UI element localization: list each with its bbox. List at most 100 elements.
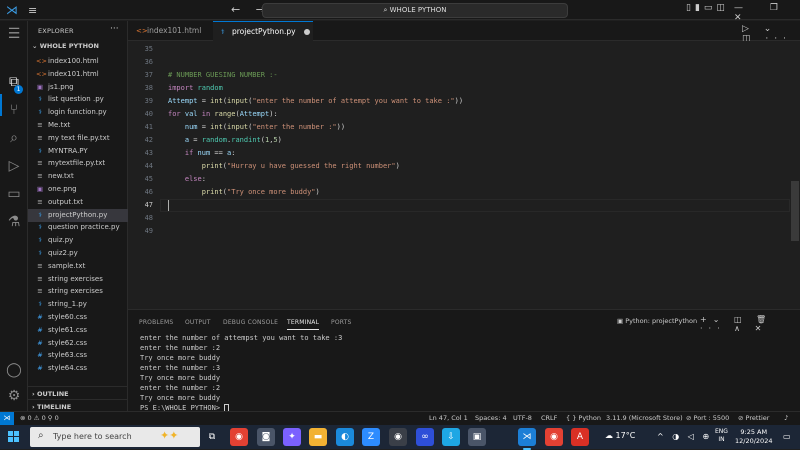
vscode-logo-icon[interactable]: ⋊ — [6, 3, 20, 17]
file-item[interactable]: ▣ one.png — [28, 183, 128, 196]
chrome-profile-icon[interactable]: ◉ — [545, 428, 563, 446]
python-interpreter[interactable]: 3.11.9 (Microsoft Store) — [606, 414, 683, 422]
tab-projectpython[interactable]: ⚕ projectPython.py — [213, 21, 313, 41]
search-icon[interactable]: ⌕ — [5, 129, 23, 147]
file-item[interactable]: ⚕ MYNTRA.PY — [28, 145, 128, 158]
code-line[interactable]: 41 num = int(input("enter the number :")… — [128, 121, 788, 134]
window-controls[interactable]: — ❐ ✕ — [734, 3, 800, 23]
outline-section[interactable]: › OUTLINE — [32, 390, 69, 398]
tab-ports[interactable]: PORTS — [331, 319, 352, 326]
editor-scrollbar[interactable] — [791, 181, 799, 241]
tab-terminal[interactable]: TERMINAL — [287, 319, 320, 330]
code-line[interactable]: 44 print("Hurray u have guessed the righ… — [128, 160, 788, 173]
file-item[interactable]: # style63.css — [28, 349, 128, 362]
file-item[interactable]: # style62.css — [28, 337, 128, 350]
prettier-status[interactable]: ⊘ Prettier — [738, 414, 769, 422]
code-line[interactable]: 35 — [128, 43, 788, 56]
file-item[interactable]: # style60.css — [28, 311, 128, 324]
code-line[interactable]: 48 — [128, 212, 788, 225]
menu-icon[interactable]: ☰ — [5, 25, 23, 43]
source-control-icon[interactable]: ⑂ — [5, 101, 23, 119]
testing-icon[interactable]: ⚗ — [5, 213, 23, 231]
indentation[interactable]: Spaces: 4 — [475, 414, 507, 422]
encoding[interactable]: UTF-8 — [513, 414, 532, 422]
terminal-name[interactable]: ▣ Python: projectPython — [617, 317, 697, 325]
file-item[interactable]: ≡ Me.txt — [28, 119, 128, 132]
code-line[interactable]: 42 a = random.randint(1,5) — [128, 134, 788, 147]
code-line[interactable]: 40 for val in range(Attempt): — [128, 108, 788, 121]
file-item[interactable]: ≡ output.txt — [28, 196, 128, 209]
file-item[interactable]: # style61.css — [28, 324, 128, 337]
settings-icon[interactable]: ⚙ — [5, 387, 23, 405]
file-item[interactable]: ⚕ string_1.py — [28, 298, 128, 311]
file-item[interactable]: <> index101.html — [28, 68, 128, 81]
code-line[interactable]: 46 print("Try once more buddy") — [128, 186, 788, 199]
file-item[interactable]: ≡ mytextfile.py.txt — [28, 157, 128, 170]
file-item[interactable]: ≡ new.txt — [28, 170, 128, 183]
file-item[interactable]: # style64.css — [28, 362, 128, 375]
unsaved-dot-icon[interactable] — [304, 29, 310, 35]
account-icon[interactable]: ◯ — [5, 361, 23, 379]
file-item[interactable]: ▣ js1.png — [28, 81, 128, 94]
file-item[interactable]: ⚕ login function.py — [28, 106, 128, 119]
timeline-section[interactable]: › TIMELINE — [32, 403, 71, 411]
tab-output[interactable]: OUTPUT — [185, 319, 211, 326]
download-app-icon[interactable]: ⇩ — [442, 428, 460, 446]
chrome-icon[interactable]: ◉ — [230, 428, 248, 446]
more-actions-icon[interactable]: ··· — [110, 24, 119, 34]
line-endings[interactable]: CRLF — [541, 414, 557, 422]
code-line[interactable]: 39 Attempt = int(input("enter the number … — [128, 95, 788, 108]
notifications-bell-icon[interactable]: ♪ — [784, 414, 788, 422]
code-line[interactable]: 47 — [128, 199, 790, 212]
clock[interactable]: 9:25 AM 12/20/2024 — [735, 428, 772, 446]
code-editor[interactable]: 35 36 37 # NUMBER GUESING NUMBER :- 38 import… — [128, 41, 800, 309]
file-item[interactable]: ⚕ quiz2.py — [28, 247, 128, 260]
copilot-icon[interactable]: ✦ — [283, 428, 301, 446]
layout-toggle-icons[interactable]: ▯▮▭◫ — [686, 3, 729, 13]
file-item[interactable]: ≡ string exercises — [28, 273, 128, 286]
command-center-search[interactable]: ⌕ WHOLE PYTHON — [262, 3, 568, 18]
panel-actions[interactable]: +⌄ ◫ 🗑 ··· ∧ ✕ — [700, 315, 800, 333]
file-item[interactable]: ⚕ projectPython.py — [28, 208, 128, 222]
system-tray[interactable]: ^ ◑ ◁ ⊕ — [657, 432, 712, 441]
file-item[interactable]: ⚕ quiz.py — [28, 234, 128, 247]
file-item[interactable]: ⚕ list question .py — [28, 93, 128, 106]
remote-indicator-icon[interactable]: ⋊ — [0, 412, 14, 425]
windows-start-icon[interactable] — [8, 431, 20, 443]
file-item[interactable]: ≡ string exercises — [28, 285, 128, 298]
tab-debug-console[interactable]: DEBUG CONSOLE — [223, 319, 278, 326]
zoom-app-icon[interactable]: Z — [362, 428, 380, 446]
chrome-alt-icon[interactable]: ◉ — [389, 428, 407, 446]
code-line[interactable]: 45 else: — [128, 173, 788, 186]
code-line[interactable]: 49 — [128, 225, 788, 238]
cursor-position[interactable]: Ln 47, Col 1 — [429, 414, 468, 422]
teams-icon[interactable]: ▣ — [468, 428, 486, 446]
code-line[interactable]: 38 import random — [128, 82, 788, 95]
code-line[interactable]: 36 — [128, 56, 788, 69]
workspace-folder[interactable]: ⌄ WHOLE PYTHON — [32, 42, 99, 50]
camera-app-icon[interactable]: ◙ — [257, 428, 275, 446]
pdf-app-icon[interactable]: A — [571, 428, 589, 446]
menu-icon[interactable]: ≡ — [28, 4, 37, 17]
file-item[interactable]: ≡ sample.txt — [28, 260, 128, 273]
run-debug-icon[interactable]: ▷ — [5, 157, 23, 175]
app-blue-icon[interactable]: ∞ — [416, 428, 434, 446]
taskbar-search-box[interactable]: ⌕ Type here to search ✦✦ — [30, 427, 200, 447]
language-indicator[interactable]: ENG IN — [715, 428, 728, 444]
vscode-icon[interactable]: ⋊ — [518, 428, 536, 450]
code-line[interactable]: 43 if num == a: — [128, 147, 788, 160]
file-item[interactable]: ⚕ question practice.py — [28, 221, 128, 234]
notification-icon[interactable]: ▭ — [783, 432, 791, 441]
file-item[interactable]: <> index100.html — [28, 55, 128, 68]
task-view-icon[interactable]: ⧉ — [203, 428, 221, 446]
edge-icon[interactable]: ◐ — [336, 428, 354, 446]
tab-problems[interactable]: PROBLEMS — [139, 319, 173, 326]
language-mode[interactable]: { } Python — [566, 414, 601, 422]
file-item[interactable]: ≡ my text file.py.txt — [28, 132, 128, 145]
file-explorer-icon[interactable]: ▬ — [309, 428, 327, 446]
live-server-port[interactable]: ⊘ Port : 5500 — [686, 414, 729, 422]
remote-explorer-icon[interactable]: ▭ — [5, 185, 23, 203]
code-line[interactable]: 37 # NUMBER GUESING NUMBER :- — [128, 69, 788, 82]
tab-index101[interactable]: <> index101.html — [128, 21, 212, 41]
weather-widget[interactable]: ☁ 17°C — [605, 431, 635, 440]
